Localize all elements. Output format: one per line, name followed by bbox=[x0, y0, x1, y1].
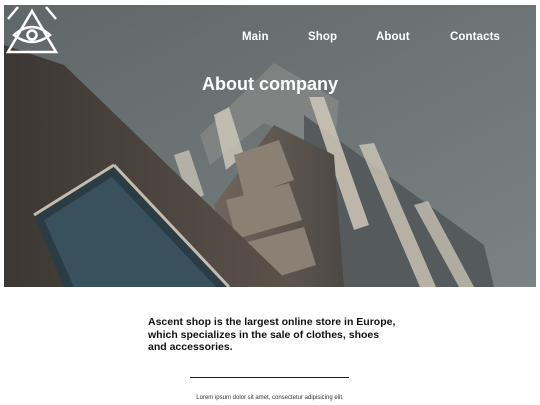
nav-shop-link[interactable]: Shop bbox=[308, 31, 337, 43]
intro-text: Ascent shop is the largest online store … bbox=[148, 316, 396, 353]
nav-about-link[interactable]: About bbox=[376, 31, 410, 43]
page-title: About company bbox=[201, 74, 338, 94]
hero-building-image bbox=[4, 5, 536, 287]
main-navigation: Main Shop About Contacts bbox=[4, 31, 536, 47]
hero-banner: Main Shop About Contacts About company bbox=[4, 5, 536, 287]
section-divider bbox=[190, 377, 349, 378]
body-text: Lorem ipsum dolor sit amet, consectetur … bbox=[196, 395, 344, 401]
nav-main-link[interactable]: Main bbox=[242, 31, 269, 43]
eye-triangle-logo-icon[interactable] bbox=[4, 5, 60, 55]
nav-contacts-link[interactable]: Contacts bbox=[450, 31, 500, 43]
